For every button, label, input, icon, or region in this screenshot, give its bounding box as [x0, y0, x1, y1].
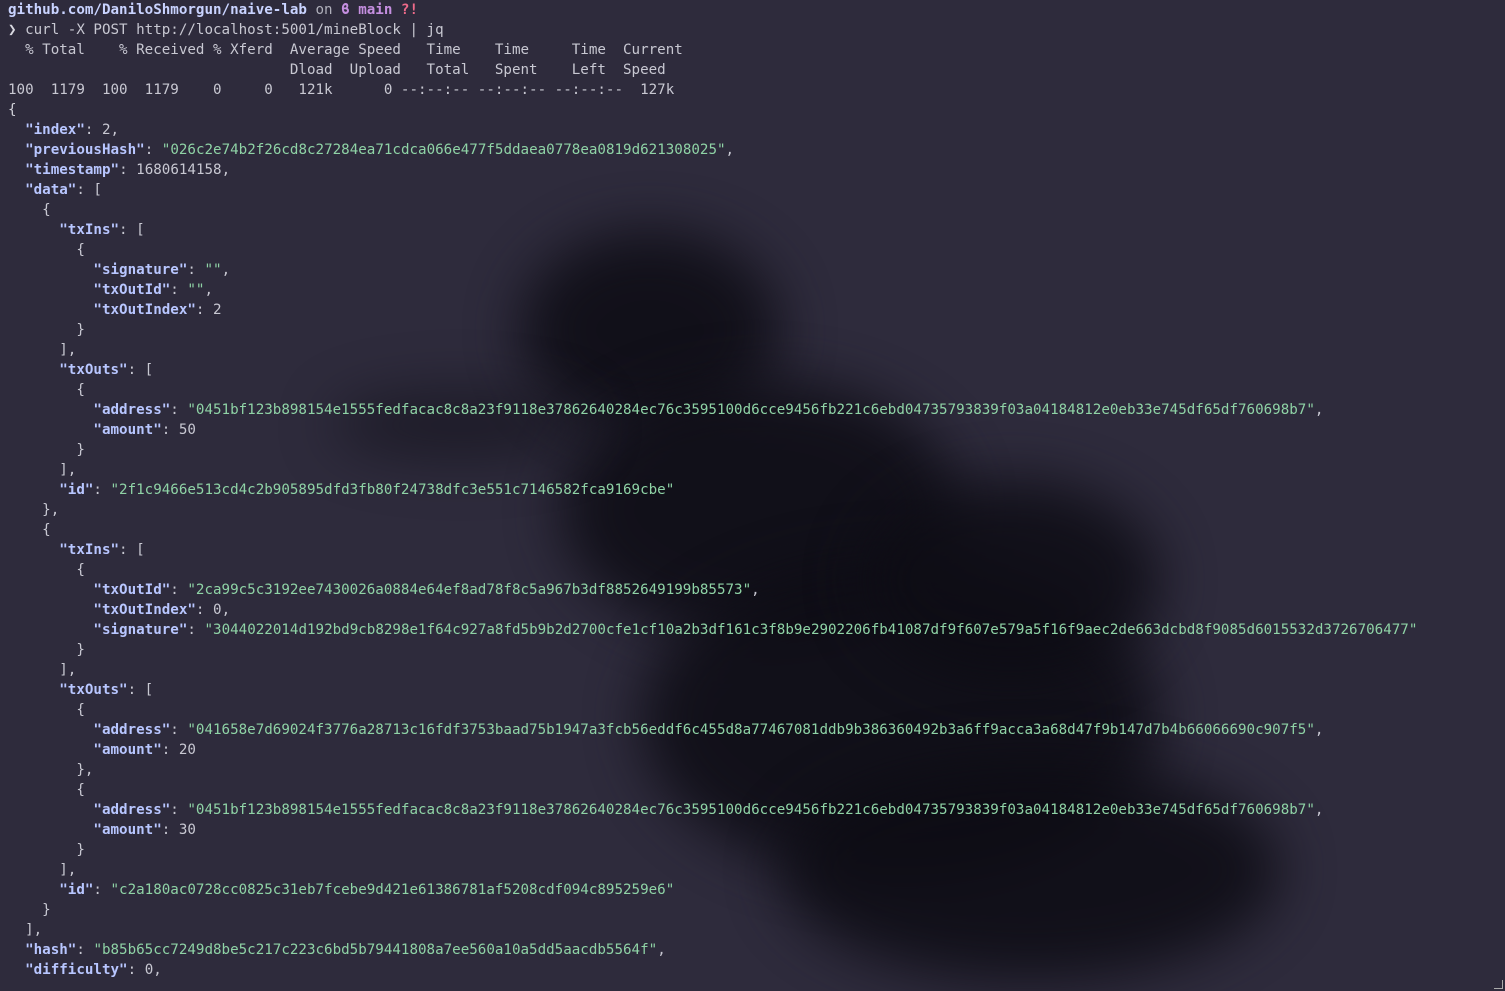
json-line: { [8, 562, 85, 578]
command-text: curl -X POST http://localhost:5001/mineB… [25, 22, 444, 38]
difficulty-value: 0 [144, 962, 154, 978]
json-line: { [8, 382, 85, 398]
json-line: "address": "041658e7d69024f3776a28713c16… [93, 722, 1324, 738]
shell-prompt-line: github.com/DaniloShmorgun/naive-lab on ϐ… [8, 0, 1505, 20]
json-line: ], [8, 662, 77, 678]
json-line: "signature": "", [93, 262, 231, 278]
json-line: { [8, 242, 85, 258]
json-line: "difficulty": 0, [25, 962, 162, 978]
json-line: "amount": 50 [93, 422, 196, 438]
resize-handle-icon[interactable] [1494, 980, 1503, 989]
git-branch: ϐ main [341, 2, 393, 18]
json-line: "data": [ [25, 182, 102, 198]
json-line: "txOuts": [ [59, 362, 154, 378]
json-line: "address": "0451bf123b898154e1555fedfaca… [93, 402, 1324, 418]
json-line: "txIns": [ [59, 222, 145, 238]
prompt-arrow-icon: ❯ [8, 22, 17, 38]
json-line: "txOutId": "2ca99c5c3192ee7430026a0884e6… [93, 582, 760, 598]
json-line: }, [8, 762, 94, 778]
command-line: ❯ curl -X POST http://localhost:5001/min… [8, 20, 1505, 40]
json-line: "previousHash": "026c2e74b2f26cd8c27284e… [25, 142, 735, 158]
json-line: } [8, 642, 85, 658]
timestamp-value: 1680614158 [136, 162, 222, 178]
previous-hash-value: "026c2e74b2f26cd8c27284ea71cdca066e477f5… [161, 142, 726, 158]
index-value: 2 [101, 122, 111, 138]
json-line: "txOutId": "", [93, 282, 214, 298]
json-line: "address": "0451bf123b898154e1555fedfaca… [93, 802, 1324, 818]
curl-progress-header-1: % Total % Received % Xferd Average Speed… [8, 42, 683, 58]
json-line: "txOuts": [ [59, 682, 154, 698]
json-line: { [8, 202, 51, 218]
repo-path: github.com/DaniloShmorgun/naive-lab [8, 2, 307, 18]
json-line: "id": "2f1c9466e513cd4c2b905895dfd3fb80f… [59, 482, 675, 498]
on-word: on [306, 2, 342, 18]
curl-progress-header-2: Dload Upload Total Spent Left Speed [8, 62, 666, 78]
json-line: ], [8, 462, 77, 478]
json-line: { [8, 102, 17, 118]
json-line: { [8, 522, 51, 538]
curl-progress-row: 100 1179 100 1179 0 0 121k 0 --:--:-- --… [8, 82, 675, 98]
json-line: } [8, 442, 85, 458]
json-line: ], [8, 922, 43, 938]
json-line: } [8, 902, 51, 918]
json-line: } [8, 322, 85, 338]
json-line: "index": 2, [25, 122, 120, 138]
json-line: "signature": "3044022014d192bd9cb8298e1f… [93, 622, 1418, 638]
terminal-output[interactable]: github.com/DaniloShmorgun/naive-lab on ϐ… [0, 0, 1505, 991]
json-line: "txIns": [ [59, 542, 145, 558]
json-line: "timestamp": 1680614158, [25, 162, 231, 178]
json-line: "txOutIndex": 2 [93, 302, 222, 318]
json-line: ], [8, 862, 77, 878]
json-line: ], [8, 342, 77, 358]
json-line: }, [8, 502, 60, 518]
json-line: "amount": 30 [93, 822, 196, 838]
json-line: "txOutIndex": 0, [93, 602, 231, 618]
git-status: ?! [392, 2, 419, 18]
json-line: "id": "c2a180ac0728cc0825c31eb7fcebe9d42… [59, 882, 675, 898]
json-line: { [8, 702, 85, 718]
json-line: "amount": 20 [93, 742, 196, 758]
json-line: "hash": "b85b65cc7249d8be5c217c223c6bd5b… [25, 942, 666, 958]
json-line: } [8, 842, 85, 858]
hash-value: "b85b65cc7249d8be5c217c223c6bd5b79441808… [93, 942, 658, 958]
json-line: { [8, 782, 85, 798]
